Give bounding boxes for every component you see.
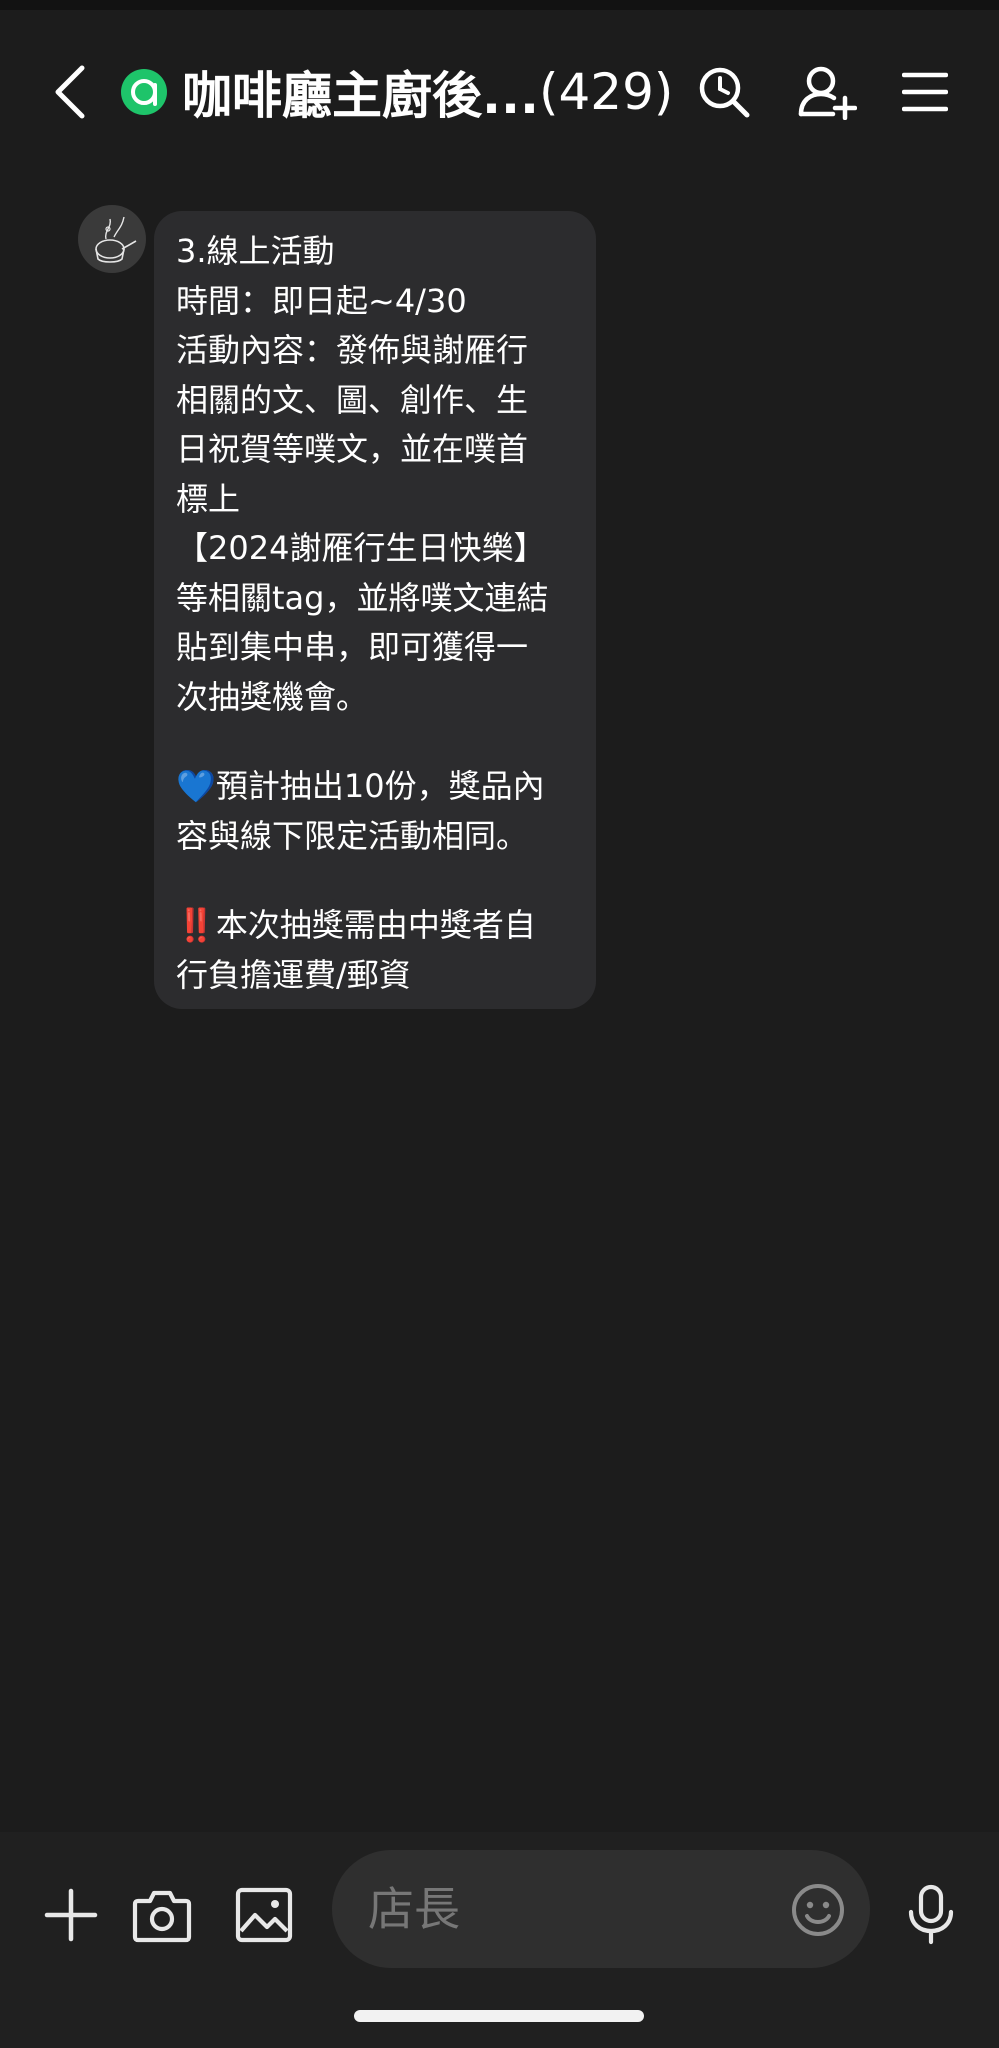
attach-button[interactable] bbox=[36, 1880, 106, 1950]
chat-title: 咖啡廳主廚後... bbox=[182, 67, 539, 125]
add-person-icon bbox=[798, 66, 857, 120]
emoji-button[interactable] bbox=[788, 1880, 848, 1940]
message-bubble[interactable]: 3.線上活動 時間：即日起~4/30 活動內容：發佈與謝雁行 相關的文、圖、創作… bbox=[154, 211, 596, 1009]
image-icon bbox=[235, 1887, 293, 1943]
sender-avatar[interactable] bbox=[78, 205, 146, 273]
message-line: 3.線上活動 bbox=[176, 232, 335, 270]
status-bar bbox=[0, 0, 999, 10]
message-line: 💙預計抽出10份，獎品內 bbox=[176, 762, 574, 812]
microphone-icon bbox=[908, 1884, 954, 1945]
message-line: 時間：即日起~4/30 bbox=[176, 281, 467, 320]
message-line: 行負擔運費/郵資 bbox=[176, 955, 411, 994]
camera-icon bbox=[132, 1890, 192, 1943]
add-friend-button[interactable] bbox=[797, 62, 857, 122]
menu-button[interactable] bbox=[895, 62, 955, 122]
blue-heart-emoji-icon: 💙 bbox=[176, 767, 216, 805]
cooking-pot-avatar-icon bbox=[95, 216, 137, 263]
message-line: 活動內容：發佈與謝雁行 bbox=[176, 331, 529, 369]
search-icon bbox=[699, 67, 750, 118]
camera-button[interactable] bbox=[127, 1880, 197, 1950]
search-button[interactable] bbox=[694, 62, 754, 122]
chat-header: 咖啡廳主廚後... (429) bbox=[0, 10, 999, 160]
message-line: 貼到集中串，即可獲得一 bbox=[176, 628, 529, 666]
chevron-left-icon bbox=[55, 65, 85, 119]
gallery-button[interactable] bbox=[229, 1880, 299, 1950]
message-line: 日祝賀等噗文，並在噗首 bbox=[176, 430, 529, 468]
voice-button[interactable] bbox=[896, 1880, 966, 1950]
hamburger-menu-icon bbox=[902, 72, 948, 112]
message-line: 等相關tag，並將噗文連結 bbox=[176, 578, 549, 617]
message-line: 次抽獎機會。 bbox=[176, 677, 369, 716]
openchat-badge-icon bbox=[121, 69, 167, 115]
message-input-container[interactable] bbox=[332, 1850, 870, 1968]
message-input[interactable] bbox=[368, 1872, 768, 1946]
home-indicator[interactable] bbox=[354, 2010, 644, 2022]
message-line: 相關的文、圖、創作、生 bbox=[176, 380, 529, 419]
prize-line: 預計抽出10份，獎品內 bbox=[215, 767, 545, 805]
chat-title-area[interactable]: 咖啡廳主廚後... (429) bbox=[182, 52, 682, 132]
plus-icon bbox=[44, 1888, 98, 1942]
back-button[interactable] bbox=[40, 54, 100, 130]
message-line: 容與線下限定活動相同。 bbox=[176, 816, 529, 855]
message-line: 標上 bbox=[176, 479, 241, 518]
member-count: (429) bbox=[538, 63, 674, 121]
smiley-icon bbox=[792, 1884, 844, 1936]
warning-line: 本次抽獎需由中獎者自 bbox=[215, 906, 536, 944]
message-line: 【2024謝雁行生日快樂】 bbox=[176, 529, 546, 567]
message-line: ‼️本次抽獎需由中獎者自 bbox=[176, 901, 574, 951]
double-exclamation-emoji-icon: ‼️ bbox=[176, 906, 216, 944]
